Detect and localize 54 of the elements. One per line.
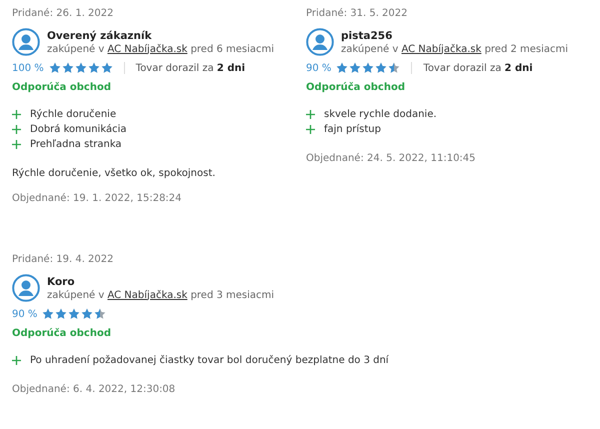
star-icon <box>42 308 54 320</box>
shop-link[interactable]: AC Nabíjačka.sk <box>401 44 482 54</box>
rating-percent: 100 % <box>12 62 44 74</box>
star-icon <box>362 62 374 74</box>
purchase-info: zakúpené v AC Nabíjačka.sk pred 2 mesiacmi <box>341 44 568 54</box>
shop-link[interactable]: AC Nabíjačka.sk <box>107 290 188 300</box>
recommendation: Odporúča obchod <box>306 82 405 93</box>
purchase-info: zakúpené v AC Nabíjačka.sk pred 3 mesiacmi <box>47 290 274 300</box>
purchase-info: zakúpené v AC Nabíjačka.sk pred 6 mesiacmi <box>47 44 274 54</box>
recommendation: Odporúča obchod <box>12 328 111 339</box>
delivery-time: Tovar dorazil za 2 dni <box>136 62 246 74</box>
star-icon <box>375 62 388 74</box>
star-icon <box>336 62 348 74</box>
plus-icon <box>12 356 21 365</box>
rating-percent: 90 % <box>12 308 38 320</box>
plus-icon <box>12 110 21 119</box>
order-date: Objednané: 19. 1. 2022, 15:28:24 <box>12 193 182 204</box>
pro-item: skvele rychle dodanie. <box>324 109 437 120</box>
star-icon <box>68 308 80 320</box>
shop-link[interactable]: AC Nabíjačka.sk <box>107 44 188 54</box>
star-icon <box>74 62 87 74</box>
pro-item: fajn prístup <box>324 124 381 135</box>
plus-icon <box>12 125 21 134</box>
plus-icon <box>306 125 315 134</box>
order-date: Objednané: 6. 4. 2022, 12:30:08 <box>12 384 176 395</box>
delivery-time: Tovar dorazil za 2 dni <box>423 62 533 74</box>
pro-item: Rýchle doručenie <box>30 109 116 120</box>
star-icon <box>94 308 106 320</box>
plus-icon <box>306 110 315 119</box>
pro-item: Prehľadna stranka <box>30 139 122 150</box>
star-icon <box>81 308 94 320</box>
star-icon <box>48 62 61 74</box>
added-date: Pridané: 19. 4. 2022 <box>12 254 114 265</box>
added-date: Pridané: 31. 5. 2022 <box>306 8 408 19</box>
star-icon <box>349 62 362 74</box>
pro-item: Po uhradení požadovanej čiastky tovar bol doručený bezplatne do 3 dní <box>30 355 389 366</box>
avatar-icon <box>306 28 334 56</box>
star-icon <box>100 62 113 74</box>
star-icon <box>55 308 68 320</box>
star-icon <box>62 62 74 74</box>
star-icon <box>88 62 100 74</box>
avatar-icon <box>12 28 40 56</box>
rating-percent: 90 % <box>306 62 332 74</box>
avatar-icon <box>12 274 40 302</box>
reviewer-name: pista256 <box>341 30 394 42</box>
star-icon <box>388 62 400 74</box>
plus-icon <box>12 140 21 149</box>
review-comment: Rýchle doručenie, všetko ok, spokojnost. <box>12 168 216 179</box>
order-date: Objednané: 24. 5. 2022, 11:10:45 <box>306 153 476 164</box>
recommendation: Odporúča obchod <box>12 82 111 93</box>
reviewer-name: Overený zákazník <box>47 30 153 42</box>
pro-item: Dobrá komunikácia <box>30 124 126 135</box>
added-date: Pridané: 26. 1. 2022 <box>12 8 114 19</box>
reviewer-name: Koro <box>47 276 76 288</box>
